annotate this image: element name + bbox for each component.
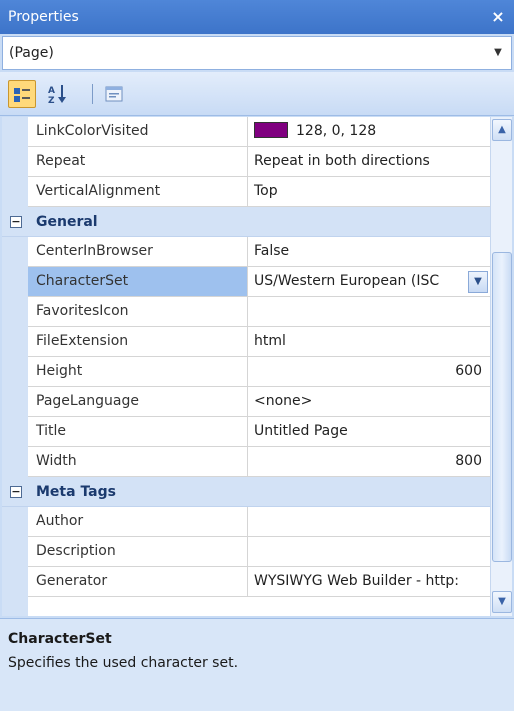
property-pages-button[interactable] xyxy=(100,80,128,108)
chevron-down-icon[interactable]: ▼ xyxy=(468,271,488,293)
property-row-description[interactable]: Description xyxy=(2,537,490,567)
property-row-verticalalignment[interactable]: VerticalAlignment Top xyxy=(2,177,490,207)
property-name: Generator xyxy=(28,567,248,597)
property-row-fileextension[interactable]: FileExtension html xyxy=(2,327,490,357)
property-value[interactable]: Untitled Page xyxy=(248,417,490,447)
properties-panel: Properties × (Page) ▼ A Z LinkColorVisit… xyxy=(0,0,514,711)
property-row-repeat[interactable]: Repeat Repeat in both directions xyxy=(2,147,490,177)
category-meta-tags[interactable]: Meta Tags − xyxy=(2,477,490,507)
property-row-height[interactable]: Height 600 xyxy=(2,357,490,387)
property-pages-icon xyxy=(105,86,123,102)
vertical-scrollbar[interactable]: ▲ ▼ xyxy=(490,117,512,616)
property-value[interactable] xyxy=(248,537,490,567)
property-name: FileExtension xyxy=(28,327,248,357)
description-text: Specifies the used character set. xyxy=(8,655,239,671)
property-name: FavoritesIcon xyxy=(28,297,248,327)
property-name: Height xyxy=(28,357,248,387)
category-general[interactable]: General − xyxy=(2,207,490,237)
categorized-icon xyxy=(14,88,30,102)
property-value[interactable]: Repeat in both directions xyxy=(248,147,490,177)
property-value[interactable] xyxy=(248,297,490,327)
properties-toolbar: A Z xyxy=(0,72,514,116)
alphabetical-sort-icon: A Z xyxy=(48,85,66,106)
property-row-pagelanguage[interactable]: PageLanguage <none> xyxy=(2,387,490,417)
close-button[interactable]: × xyxy=(488,0,508,34)
property-name: Title xyxy=(28,417,248,447)
object-selector-dropdown[interactable]: (Page) ▼ xyxy=(2,36,512,70)
alphabetical-view-button[interactable]: A Z xyxy=(44,80,72,108)
property-value[interactable]: 800 xyxy=(248,447,490,477)
property-name: CenterInBrowser xyxy=(28,237,248,267)
property-value[interactable]: False xyxy=(248,237,490,267)
scroll-down-icon[interactable]: ▼ xyxy=(492,591,512,613)
property-row-author[interactable]: Author xyxy=(2,507,490,537)
property-row-generator[interactable]: Generator WYSIWYG Web Builder - http: xyxy=(2,567,490,597)
property-name: CharacterSet xyxy=(28,267,248,297)
categorized-view-button[interactable] xyxy=(8,80,36,108)
property-value[interactable]: US/Western European (ISC ▼ xyxy=(248,267,490,297)
scroll-up-icon[interactable]: ▲ xyxy=(492,119,512,141)
characterset-value-text: US/Western European (ISC xyxy=(254,273,440,289)
panel-title: Properties xyxy=(8,9,79,25)
svg-text:Z: Z xyxy=(48,96,55,106)
property-name: Author xyxy=(28,507,248,537)
property-grid: LinkColorVisited 128, 0, 128 Repeat Repe… xyxy=(2,117,490,616)
category-label: Meta Tags xyxy=(2,477,490,507)
property-value[interactable]: 128, 0, 128 xyxy=(248,117,490,147)
color-swatch xyxy=(254,121,288,138)
property-row-title[interactable]: Title Untitled Page xyxy=(2,417,490,447)
toolbar-separator xyxy=(92,84,93,104)
property-value[interactable] xyxy=(248,507,490,537)
property-value[interactable]: html xyxy=(248,327,490,357)
panel-titlebar: Properties × xyxy=(0,0,514,34)
description-pane: CharacterSet Specifies the used characte… xyxy=(0,618,514,711)
property-row-linkcolorvisited[interactable]: LinkColorVisited 128, 0, 128 xyxy=(2,117,490,147)
property-value[interactable]: WYSIWYG Web Builder - http: xyxy=(248,567,490,597)
category-label: General xyxy=(2,207,490,237)
collapse-icon[interactable]: − xyxy=(10,216,22,228)
property-name: Repeat xyxy=(28,147,248,177)
property-name: VerticalAlignment xyxy=(28,177,248,207)
svg-text:A: A xyxy=(48,86,55,96)
property-row-centerinbrowser[interactable]: CenterInBrowser False xyxy=(2,237,490,267)
property-row-favoritesicon[interactable]: FavoritesIcon xyxy=(2,297,490,327)
description-title: CharacterSet xyxy=(8,631,112,647)
property-name: PageLanguage xyxy=(28,387,248,417)
scrollbar-thumb[interactable] xyxy=(492,252,512,562)
property-name: Description xyxy=(28,537,248,567)
property-row-width[interactable]: Width 800 xyxy=(2,447,490,477)
color-value-text: 128, 0, 128 xyxy=(296,123,377,139)
property-value[interactable]: Top xyxy=(248,177,490,207)
property-value[interactable]: 600 xyxy=(248,357,490,387)
object-selector-value: (Page) xyxy=(9,45,54,61)
property-name: LinkColorVisited xyxy=(28,117,248,147)
property-name: Width xyxy=(28,447,248,477)
collapse-icon[interactable]: − xyxy=(10,486,22,498)
property-value[interactable]: <none> xyxy=(248,387,490,417)
property-row-characterset[interactable]: CharacterSet US/Western European (ISC ▼ xyxy=(2,267,490,297)
chevron-down-icon[interactable]: ▼ xyxy=(489,37,507,69)
